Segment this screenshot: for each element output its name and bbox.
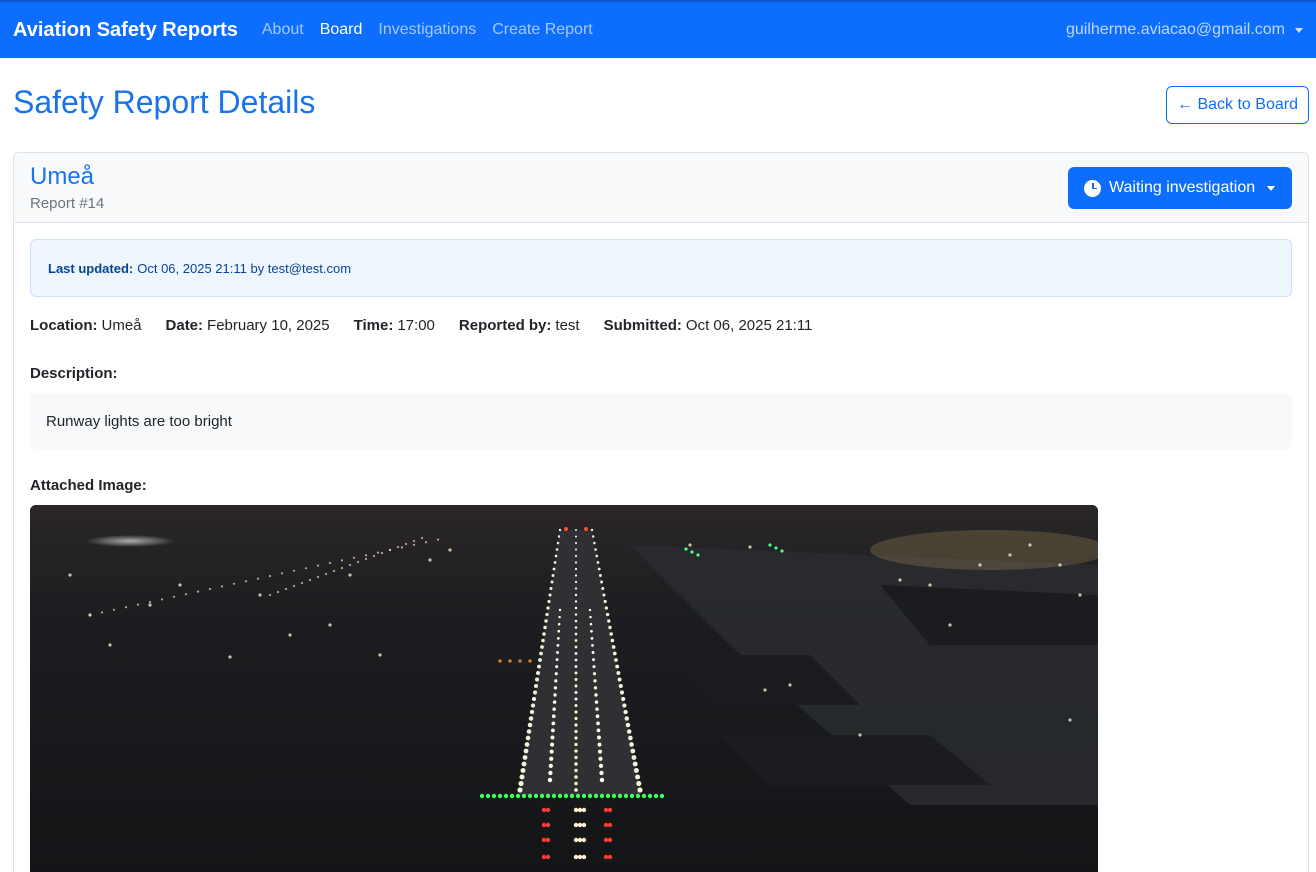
- nav-link-about[interactable]: About: [262, 21, 304, 39]
- meta-time-label: Time:: [353, 317, 394, 334]
- description-text: Runway lights are too bright: [46, 412, 232, 430]
- meta-time-value: 17:00: [397, 317, 435, 334]
- nav-link-board[interactable]: Board: [320, 21, 363, 39]
- meta-reported-by: Reported by: test: [459, 317, 580, 334]
- meta-time: Time: 17:00: [354, 317, 435, 334]
- meta-reported-by-label: Reported by:: [458, 317, 552, 334]
- meta-date-label: Date:: [165, 317, 204, 334]
- status-label: Waiting investigation: [1109, 179, 1256, 196]
- report-card: Umeå Report #14 Waiting investigation La…: [13, 152, 1309, 872]
- report-number: Report #14: [30, 195, 105, 212]
- report-card-header: Umeå Report #14 Waiting investigation: [14, 153, 1308, 223]
- meta-location-value: Umeå: [101, 317, 142, 334]
- attached-image-label: Attached Image:: [30, 477, 147, 494]
- user-menu[interactable]: guilherme.aviacao@gmail.com: [1066, 21, 1303, 39]
- nav-link-investigations[interactable]: Investigations: [378, 21, 476, 39]
- meta-location: Location: Umeå: [30, 317, 142, 334]
- meta-submitted-label: Submitted:: [603, 317, 682, 334]
- meta-submitted: Submitted: Oct 06, 2025 21:11: [604, 317, 813, 334]
- status-dropdown-button[interactable]: Waiting investigation: [1068, 167, 1292, 209]
- description-label: Description:: [30, 365, 118, 382]
- meta-location-label: Location:: [30, 317, 98, 334]
- last-updated-label: Last updated:: [48, 260, 134, 276]
- runway-night-photo: [30, 505, 1098, 872]
- meta-submitted-value: Oct 06, 2025 21:11: [685, 317, 813, 334]
- meta-date: Date: February 10, 2025: [166, 317, 330, 334]
- back-to-board-button[interactable]: ← Back to Board: [1166, 86, 1309, 124]
- nav-link-create-report[interactable]: Create Report: [492, 21, 593, 39]
- last-updated-alert: Last updated: Oct 06, 2025 21:11 by test…: [30, 239, 1292, 297]
- page-title: Safety Report Details: [13, 84, 316, 120]
- brand-logo[interactable]: Aviation Safety Reports: [13, 19, 238, 42]
- user-email: guilherme.aviacao@gmail.com: [1066, 21, 1285, 38]
- attached-image[interactable]: [30, 505, 1098, 872]
- report-meta: Location: Umeå Date: February 10, 2025 Tim…: [30, 317, 836, 334]
- report-title: Umeå: [30, 163, 95, 190]
- chevron-down-icon: [1295, 27, 1303, 33]
- top-navbar: Aviation Safety Reports About Board Inve…: [0, 0, 1316, 58]
- chevron-down-icon: [1267, 185, 1276, 191]
- clock-icon: [1084, 179, 1101, 197]
- description-box: Runway lights are too bright: [30, 393, 1292, 449]
- last-updated-value: Oct 06, 2025 21:11 by test@test.com: [137, 260, 352, 276]
- meta-date-value: February 10, 2025: [207, 317, 330, 334]
- meta-reported-by-value: test: [555, 317, 580, 334]
